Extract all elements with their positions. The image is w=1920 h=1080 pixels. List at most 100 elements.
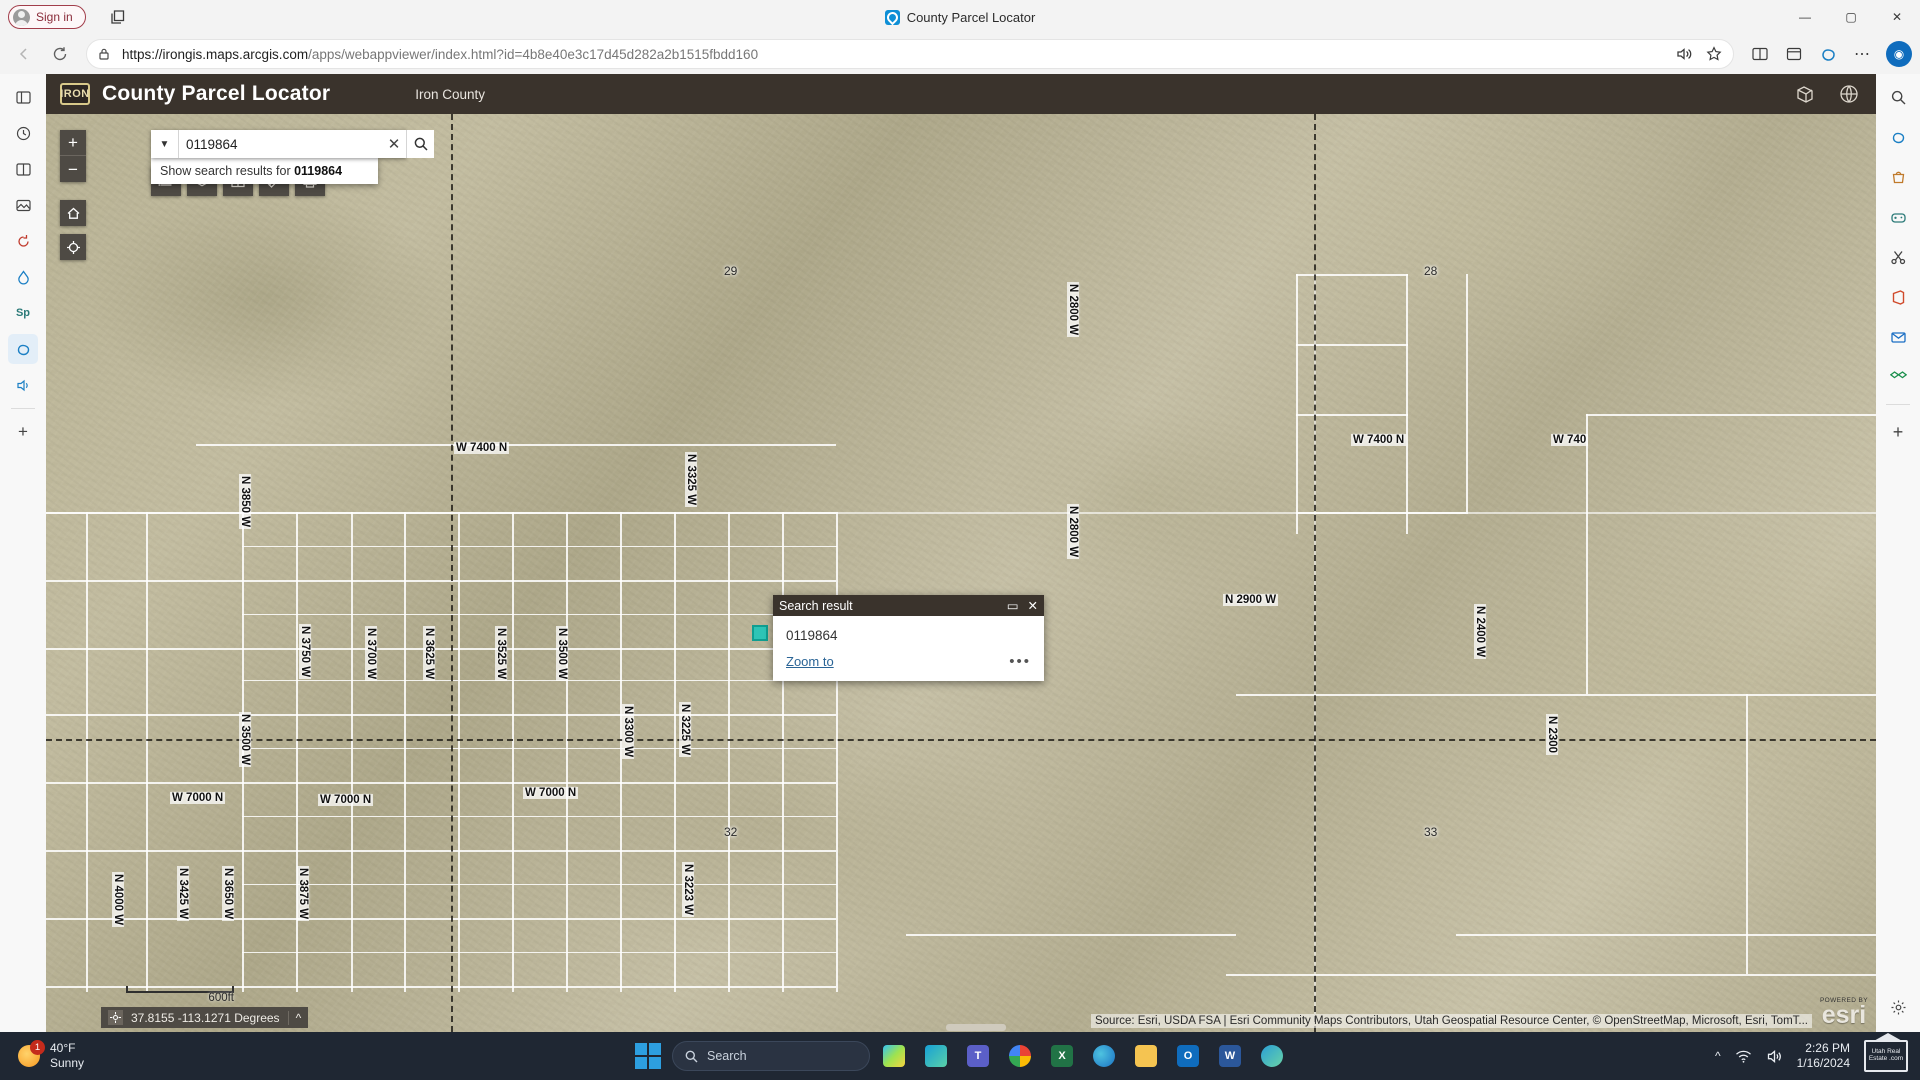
- popup-more-actions[interactable]: •••: [1009, 653, 1031, 670]
- sun-icon: 1: [18, 1045, 40, 1067]
- edge-icon[interactable]: [1086, 1038, 1122, 1074]
- chrome-icon[interactable]: [1002, 1038, 1038, 1074]
- rail-divider: [11, 408, 35, 409]
- popup-footer: Zoom to •••: [773, 647, 1044, 681]
- split-screen-icon[interactable]: [1744, 38, 1776, 70]
- search-input[interactable]: [179, 130, 382, 158]
- microsoft365-icon[interactable]: [1883, 282, 1913, 312]
- my-location-button[interactable]: [60, 234, 86, 260]
- games-icon[interactable]: [1883, 202, 1913, 232]
- refresh-button[interactable]: [44, 38, 76, 70]
- app-icon[interactable]: [1254, 1038, 1290, 1074]
- search-button[interactable]: [406, 130, 434, 158]
- chevron-down-icon[interactable]: ▼: [151, 130, 179, 158]
- zoom-to-link[interactable]: Zoom to: [786, 654, 834, 669]
- zoom-out-button[interactable]: −: [60, 156, 86, 182]
- collections-icon[interactable]: [1778, 38, 1810, 70]
- history-icon[interactable]: [8, 226, 38, 256]
- map-horizontal-scrollbar[interactable]: [946, 1024, 1876, 1032]
- copilot-sidebar-icon[interactable]: [1883, 122, 1913, 152]
- minimize-button[interactable]: —: [1782, 0, 1828, 34]
- volume-icon[interactable]: [1766, 1048, 1783, 1065]
- road-label: N 3525 W: [495, 626, 507, 681]
- outlook-icon[interactable]: [1883, 322, 1913, 352]
- shopping-icon[interactable]: [1883, 162, 1913, 192]
- window-title-text: County Parcel Locator: [907, 10, 1036, 25]
- search-sidebar-icon[interactable]: [1883, 82, 1913, 112]
- read-aloud-icon[interactable]: [1675, 45, 1693, 63]
- road-label: N 2400 W: [1474, 604, 1486, 659]
- browser-essentials-icon[interactable]: [8, 118, 38, 148]
- section-boundary: [451, 114, 453, 1032]
- taskbar-clock[interactable]: 2:26 PM 1/16/2024: [1797, 1041, 1850, 1071]
- crosshair-icon[interactable]: [108, 1010, 123, 1025]
- selected-parcel-marker[interactable]: [752, 625, 768, 641]
- start-button[interactable]: [630, 1038, 666, 1074]
- map-canvas[interactable]: W 7400 NW 7400 NW 740W 7000 NW 7000 NW 7…: [46, 114, 1876, 1032]
- screen: Sign in County Parcel Locator — ▢ ✕: [0, 0, 1920, 1080]
- image-tool-icon[interactable]: [8, 190, 38, 220]
- search-suggestion-item[interactable]: Show search results for 0119864: [151, 158, 378, 184]
- excel-icon[interactable]: X: [1044, 1038, 1080, 1074]
- chevron-up-icon[interactable]: ^: [288, 1011, 302, 1025]
- weather-widget[interactable]: 1 40°F Sunny: [18, 1041, 84, 1071]
- file-explorer-icon[interactable]: [1128, 1038, 1164, 1074]
- share-map-icon[interactable]: [1792, 81, 1818, 107]
- zoom-in-button[interactable]: +: [60, 130, 86, 156]
- taskbar-search[interactable]: Search: [672, 1041, 870, 1071]
- window-controls: — ▢ ✕: [1782, 0, 1920, 34]
- tools-icon[interactable]: [1883, 242, 1913, 272]
- road-label: N 3650 W: [222, 866, 234, 921]
- road-label: N 3700 W: [365, 626, 377, 681]
- address-bar[interactable]: https://irongis.maps.arcgis.com/apps/web…: [86, 39, 1734, 69]
- close-icon[interactable]: ✕: [1028, 598, 1038, 613]
- speaker-icon[interactable]: [8, 370, 38, 400]
- road-label: W 7000 N: [170, 792, 225, 804]
- outlook-taskbar-icon[interactable]: O: [1170, 1038, 1206, 1074]
- road-label: W 7000 N: [318, 794, 373, 806]
- show-hidden-icons-button[interactable]: ^: [1715, 1049, 1721, 1063]
- road-label: N 3300 W: [622, 704, 634, 759]
- road-label: N 3750 W: [299, 624, 311, 679]
- url-text: https://irongis.maps.arcgis.com/apps/web…: [122, 47, 758, 62]
- weather-temperature: 40°F: [50, 1041, 84, 1056]
- sidebar-settings-icon[interactable]: [1883, 992, 1913, 1022]
- road-label: N 2900 W: [1223, 594, 1278, 606]
- star-icon[interactable]: [1705, 45, 1723, 63]
- edge-copilot-icon[interactable]: [8, 334, 38, 364]
- dropbox-icon[interactable]: [1883, 362, 1913, 392]
- windows-taskbar: 1 40°F Sunny Search T: [0, 1032, 1920, 1080]
- clear-icon[interactable]: ✕: [382, 130, 406, 158]
- scale-bar-label: 600ft: [126, 992, 234, 1004]
- browser-toolbar-actions: ⋯ ◉: [1744, 38, 1912, 70]
- drop-icon[interactable]: [8, 262, 38, 292]
- road-label: N 3850 W: [239, 474, 251, 529]
- split-view-icon[interactable]: [8, 154, 38, 184]
- word-icon[interactable]: W: [1212, 1038, 1248, 1074]
- copilot-icon[interactable]: [1812, 38, 1844, 70]
- add-tool-icon[interactable]: +: [8, 417, 38, 447]
- back-button[interactable]: [8, 38, 40, 70]
- teams-icon[interactable]: T: [960, 1038, 996, 1074]
- maximize-icon[interactable]: ▭: [1007, 598, 1019, 613]
- add-sidebar-icon[interactable]: +: [1883, 417, 1913, 447]
- profile-avatar-icon[interactable]: ◉: [1886, 41, 1912, 67]
- parcel-layer: [46, 114, 1876, 1032]
- taskbar-search-label: Search: [707, 1049, 747, 1063]
- close-button[interactable]: ✕: [1874, 0, 1920, 34]
- widgets-icon[interactable]: [876, 1038, 912, 1074]
- home-button[interactable]: [60, 200, 86, 226]
- section-boundary: [46, 739, 1876, 741]
- section-boundary: [1314, 114, 1316, 1032]
- about-map-icon[interactable]: [1836, 81, 1862, 107]
- sidebar-toggle-icon[interactable]: [8, 82, 38, 112]
- sharepoint-icon[interactable]: Sp: [8, 298, 38, 328]
- maximize-button[interactable]: ▢: [1828, 0, 1874, 34]
- wifi-icon[interactable]: [1735, 1048, 1752, 1065]
- system-tray: ^ 2:26 PM 1/16/2024 Utah Real Estate .co…: [1715, 1040, 1908, 1072]
- more-options-icon[interactable]: ⋯: [1846, 38, 1878, 70]
- edge-left-rail: Sp +: [0, 74, 46, 1032]
- copilot-taskbar-icon[interactable]: [918, 1038, 954, 1074]
- app-header: IRON County Parcel Locator Iron County: [46, 74, 1876, 114]
- road-label: N 2800 W: [1067, 504, 1079, 559]
